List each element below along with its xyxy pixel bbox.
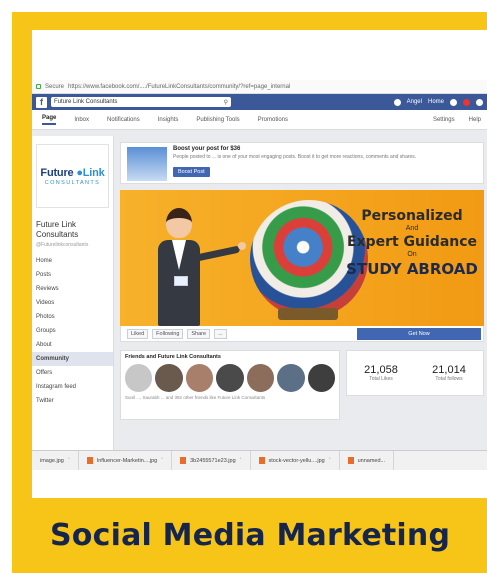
file-icon (347, 457, 354, 464)
file-icon (258, 457, 265, 464)
page-tabs: Page Inbox Notifications Insights Publis… (32, 110, 487, 130)
id-badge-icon (174, 276, 188, 286)
sidebar-item-reviews[interactable]: Reviews (32, 282, 113, 296)
tab-promotions[interactable]: Promotions (258, 117, 288, 123)
caption-banner: Social Media Marketing (32, 498, 487, 573)
friends-title: Friends and Future Link Consultants (125, 354, 221, 360)
facebook-logo-icon[interactable]: f (36, 96, 47, 108)
logo-subtitle: CONSULTANTS (44, 179, 101, 186)
caption-title: Social Media Marketing (50, 518, 451, 553)
sidebar-item-photos[interactable]: Photos (32, 310, 113, 324)
sidebar-item-about[interactable]: About (32, 338, 113, 352)
chevron-up-icon[interactable]: ˆ (68, 458, 70, 464)
secure-label: Secure (45, 83, 65, 90)
stat-follows: 21,014 Total follows (432, 364, 466, 382)
home-link[interactable]: Home (428, 99, 444, 105)
avatar[interactable] (185, 364, 214, 392)
user-name[interactable]: Angel (407, 99, 422, 105)
downloads-bar: image.jpg ˆ Influencer-Marketin....jpg ˆ… (32, 450, 487, 470)
chevron-up-icon[interactable]: ˆ (161, 458, 163, 464)
tab-page[interactable]: Page (42, 115, 57, 125)
tab-publishing-tools[interactable]: Publishing Tools (196, 117, 239, 123)
chevron-up-icon[interactable]: ˆ (329, 458, 331, 464)
facebook-top-bar: f Future Link Consultants ⚲ Angel Home (32, 94, 487, 110)
screenshot-card: Secure https://www.facebook.com/..../Fut… (32, 30, 487, 498)
avatar[interactable] (307, 364, 335, 392)
facebook-search-input[interactable]: Future Link Consultants ⚲ (51, 97, 231, 107)
share-button[interactable]: Share (187, 328, 211, 339)
notifications-icon[interactable] (463, 98, 470, 106)
tab-help[interactable]: Help (469, 117, 481, 123)
file-icon (86, 457, 93, 464)
boost-thumbnail (127, 147, 167, 181)
avatar[interactable] (216, 364, 244, 392)
avatar[interactable] (155, 364, 183, 392)
get-now-button[interactable]: Get Now (357, 327, 481, 340)
tab-notifications[interactable]: Notifications (107, 117, 140, 123)
consultant-illustration (150, 202, 246, 326)
url-text[interactable]: https://www.facebook.com/..../FutureLink… (68, 84, 290, 90)
sidebar-item-instagram-feed[interactable]: Instagram feed (32, 380, 113, 394)
sidebar-item-offers[interactable]: Offers (32, 366, 113, 380)
page-profile-logo[interactable]: Future ●Link CONSULTANTS (36, 144, 109, 208)
chevron-up-icon[interactable]: ˆ (240, 458, 242, 464)
download-item[interactable]: 3b2455571e23.jpg ˆ (172, 451, 251, 470)
download-item[interactable]: unnamed... (340, 451, 395, 470)
sidebar-item-twitter[interactable]: Twitter (32, 394, 113, 408)
tab-insights[interactable]: Insights (158, 117, 179, 123)
download-item[interactable]: Influencer-Marketin....jpg ˆ (79, 451, 173, 470)
sidebar-item-home[interactable]: Home (32, 254, 113, 268)
file-icon (180, 457, 187, 464)
page-action-bar: Liked Following Share ... Get Now (120, 326, 484, 342)
page-sidebar: Future ●Link CONSULTANTS Future Link Con… (32, 136, 114, 470)
liked-button[interactable]: Liked (127, 328, 149, 339)
boost-text: People posted to ... is one of your most… (173, 154, 417, 160)
avatar[interactable] (277, 364, 305, 392)
page-main: Boost your post for $36 People posted to… (120, 142, 484, 470)
browser-url-bar[interactable]: Secure https://www.facebook.com/..../Fut… (32, 80, 487, 94)
sidebar-nav: Home Posts Reviews Videos Photos Groups … (32, 254, 113, 408)
download-item[interactable]: stock-vector-yellu....jpg ˆ (251, 451, 340, 470)
cover-photo[interactable]: Personalized And Expert Guidance On STUD… (120, 190, 484, 326)
avatar[interactable] (246, 364, 275, 392)
avatar[interactable] (393, 98, 401, 106)
logo-wordmark: Future ●Link (40, 166, 105, 179)
cover-headline: Personalized And Expert Guidance On STUD… (346, 208, 478, 278)
more-button[interactable]: ... (214, 328, 227, 339)
boost-post-button[interactable]: Boost Post (173, 167, 210, 177)
tab-inbox[interactable]: Inbox (74, 117, 89, 123)
sidebar-item-videos[interactable]: Videos (32, 296, 113, 310)
globe-stand (278, 308, 338, 320)
friends-icon[interactable] (450, 98, 457, 106)
lock-icon (36, 84, 41, 89)
boost-title: Boost your post for $36 (173, 146, 241, 152)
search-value: Future Link Consultants (54, 99, 118, 105)
page-name[interactable]: Future Link Consultants (36, 220, 113, 240)
tab-settings[interactable]: Settings (433, 117, 455, 123)
boost-post-card: Boost your post for $36 People posted to… (120, 142, 484, 184)
download-item[interactable]: image.jpg ˆ (32, 451, 79, 470)
page-handle: @Futurelinkconsultants (36, 242, 89, 248)
facebook-page-screenshot: Secure https://www.facebook.com/..../Fut… (32, 80, 487, 470)
stat-likes: 21,058 Total Likes (364, 364, 398, 382)
page-stats: 21,058 Total Likes 21,014 Total follows (346, 350, 484, 396)
search-icon[interactable]: ⚲ (224, 98, 228, 108)
following-button[interactable]: Following (152, 328, 184, 339)
friends-note: Sunil ..., Saurabh ... and 392 other fri… (125, 395, 266, 400)
sidebar-item-posts[interactable]: Posts (32, 268, 113, 282)
sidebar-item-groups[interactable]: Groups (32, 324, 113, 338)
help-icon[interactable] (476, 98, 483, 106)
avatar[interactable] (125, 364, 153, 392)
friends-card: Friends and Future Link Consultants Suni… (120, 350, 340, 420)
sidebar-item-community[interactable]: Community (32, 352, 113, 366)
